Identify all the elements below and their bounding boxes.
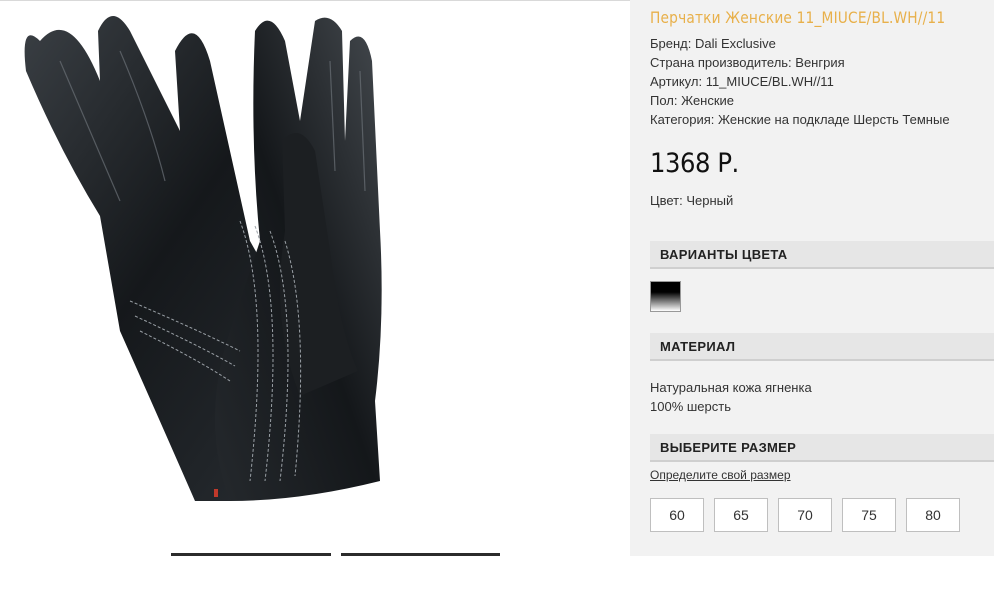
size-button-70[interactable]: 70 [778,498,832,532]
size-button-65[interactable]: 65 [714,498,768,532]
thumbnail-2[interactable] [341,553,500,556]
product-image-gloves[interactable] [0,1,630,561]
size-guide-link[interactable]: Определите свой размер [650,468,791,482]
spec-article: Артикул: 11_MIUCE/BL.WH//11 [650,74,834,89]
size-button-80[interactable]: 80 [906,498,960,532]
product-info-panel: Перчатки Женские 11_MIUCE/BL.WH//11 Брен… [630,0,994,556]
spec-category: Категория: Женские на подкладе Шерсть Те… [650,112,950,127]
size-button-75[interactable]: 75 [842,498,896,532]
thumbnail-1[interactable] [171,553,331,556]
color-variants-header: ВАРИАНТЫ ЦВЕТА [650,241,994,269]
size-header: ВЫБЕРИТЕ РАЗМЕР [650,434,994,462]
product-gallery [0,1,630,599]
size-button-60[interactable]: 60 [650,498,704,532]
size-title: ВЫБЕРИТЕ РАЗМЕР [660,440,797,455]
color-swatch-black-white[interactable] [650,281,681,312]
product-color: Цвет: Черный [650,193,734,208]
material-description: Натуральная кожа ягненка 100% шерсть [650,378,812,416]
spec-gender: Пол: Женские [650,93,735,108]
product-specs: Бренд: Dali Exclusive Страна производите… [650,34,950,129]
product-title: Перчатки Женские 11_MIUCE/BL.WH//11 [650,8,946,27]
spec-country: Страна производитель: Венгрия [650,55,845,70]
spec-brand: Бренд: Dali Exclusive [650,36,776,51]
product-price: 1368 Р. [650,148,739,179]
material-header: МАТЕРИАЛ [650,333,994,361]
material-title: МАТЕРИАЛ [660,339,736,354]
material-line-2: 100% шерсть [650,399,731,414]
material-line-1: Натуральная кожа ягненка [650,380,812,395]
color-variants-title: ВАРИАНТЫ ЦВЕТА [660,247,788,262]
